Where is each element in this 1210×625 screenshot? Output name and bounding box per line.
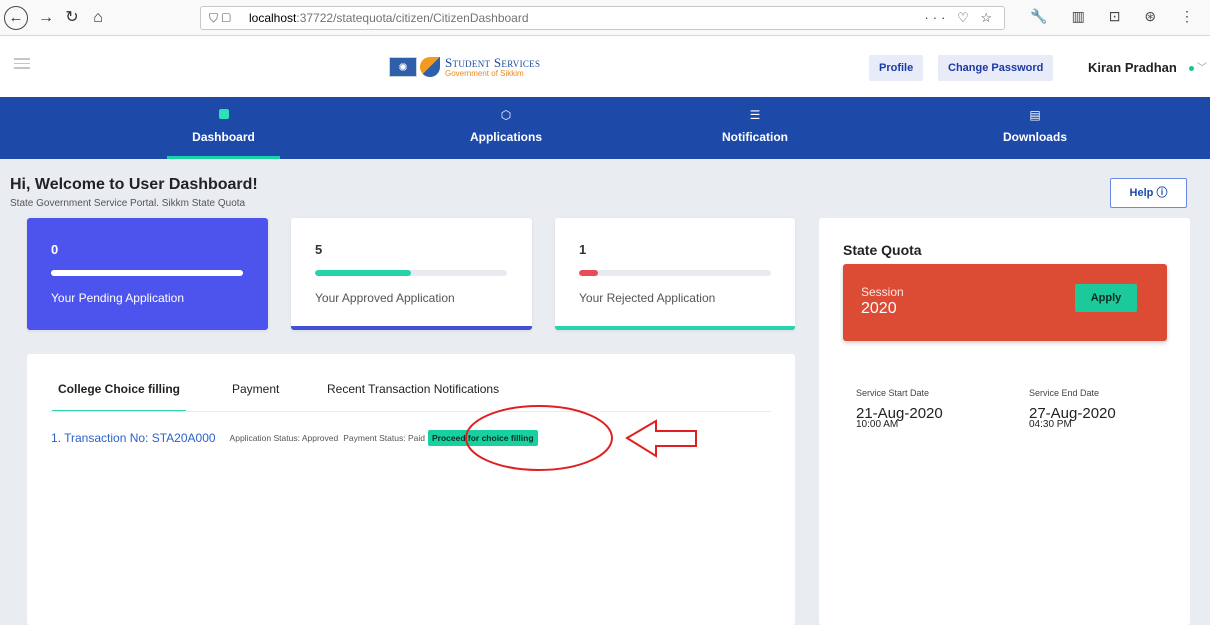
rejected-label: Your Rejected Application [579,291,716,305]
transactions-panel: College Choice filling Payment Recent Tr… [27,354,795,625]
transaction-link[interactable]: 1. Transaction No: STA20A000 [51,431,216,445]
nav-applications[interactable]: ⬡ Applications [436,97,576,159]
rejected-count: 1 [579,242,587,257]
url-text: localhost:37722/statequota/citizen/Citiz… [249,11,529,25]
pending-label: Your Pending Application [51,291,184,305]
rejected-application-card[interactable]: 1 Your Rejected Application [555,218,795,330]
home-icon[interactable]: ⌂ [86,6,110,30]
apply-button[interactable]: Apply [1075,284,1137,312]
proceed-choice-filling-button[interactable]: Proceed for choice filling [427,430,538,446]
list-item: 1. Transaction No: STA20A000 Application… [51,428,538,448]
session-label: Session [861,285,904,299]
tab-college-choice[interactable]: College Choice filling [52,382,187,412]
nav-downloads[interactable]: ▤ Downloads [975,97,1095,159]
approved-label: Your Approved Application [315,291,455,305]
back-icon[interactable]: ← [4,6,28,30]
approved-progress-bar [315,270,507,276]
app-header: ✺ Student Services Government of Sikkim … [0,36,1210,97]
tab-payment[interactable]: Payment [232,382,279,412]
document-icon: ▤ [1029,108,1041,122]
page-actions-icon[interactable]: ··· ♡ ☆ [924,7,996,29]
tabs-divider [49,411,771,412]
question-circle-icon: ⓘ [1156,187,1168,199]
reload-icon[interactable]: ↻ [60,6,84,30]
session-year: 2020 [861,300,897,317]
hamburger-menu-icon[interactable] [14,58,30,70]
address-bar[interactable]: ⛉ ▢ localhost:37722/statequota/citizen/C… [200,6,1005,30]
shield-icon: ⛉ ▢ [209,11,231,25]
nav-notification[interactable]: ☰ Notification [690,97,820,159]
cube-icon: ⬡ [500,108,512,122]
logo-title: Student Services [445,55,541,70]
session-box: Session 2020 Apply [843,264,1167,341]
chevron-down-icon[interactable]: ﹀ [1197,59,1207,74]
site-logo[interactable]: ✺ Student Services Government of Sikkim [389,54,540,80]
nav-dashboard[interactable]: Dashboard [167,97,280,159]
book-icon [420,57,440,77]
end-time-value: 04:30 PM [1029,419,1072,430]
main-navbar: Dashboard ⬡ Applications ☰ Notification … [0,97,1210,159]
approved-application-card[interactable]: 5 Your Approved Application [291,218,532,330]
browser-tools-icon[interactable]: 🔧 ▥ ⊡ ⊛ ⋮ [1030,8,1204,25]
start-date-label: Service Start Date [856,388,930,398]
page-title: Hi, Welcome to User Dashboard! [10,176,258,193]
application-status: Application Status: Approved [229,433,339,443]
help-button[interactable]: Help ⓘ [1110,178,1187,208]
end-date-label: Service End Date [1029,388,1100,398]
forward-icon[interactable]: → [34,6,58,30]
pending-progress-bar [51,270,243,276]
tab-recent-notifications[interactable]: Recent Transaction Notifications [327,382,499,412]
list-icon: ☰ [749,108,761,122]
start-time-value: 10:00 AM [856,419,899,430]
logo-subtitle: Government of Sikkim [445,69,524,78]
quota-title: State Quota [843,242,922,258]
rejected-progress-bar [579,270,771,276]
pending-count: 0 [51,242,59,257]
change-password-button[interactable]: Change Password [938,55,1054,81]
dashboard-icon [167,108,280,122]
page-subtitle: State Government Service Portal. Sikkm S… [10,198,246,209]
user-name[interactable]: Kiran Pradhan [1088,60,1177,75]
state-quota-panel: State Quota Session 2020 Apply Service S… [819,218,1190,625]
approved-count: 5 [315,242,323,257]
profile-button[interactable]: Profile [869,55,924,81]
emblem-icon: ✺ [389,57,417,77]
pending-application-card[interactable]: 0 Your Pending Application [27,218,268,330]
online-status-icon [1189,66,1194,71]
browser-toolbar: ← → ↻ ⌂ ⛉ ▢ localhost:37722/statequota/c… [0,0,1210,36]
payment-status: Payment Status: Paid [343,433,425,443]
